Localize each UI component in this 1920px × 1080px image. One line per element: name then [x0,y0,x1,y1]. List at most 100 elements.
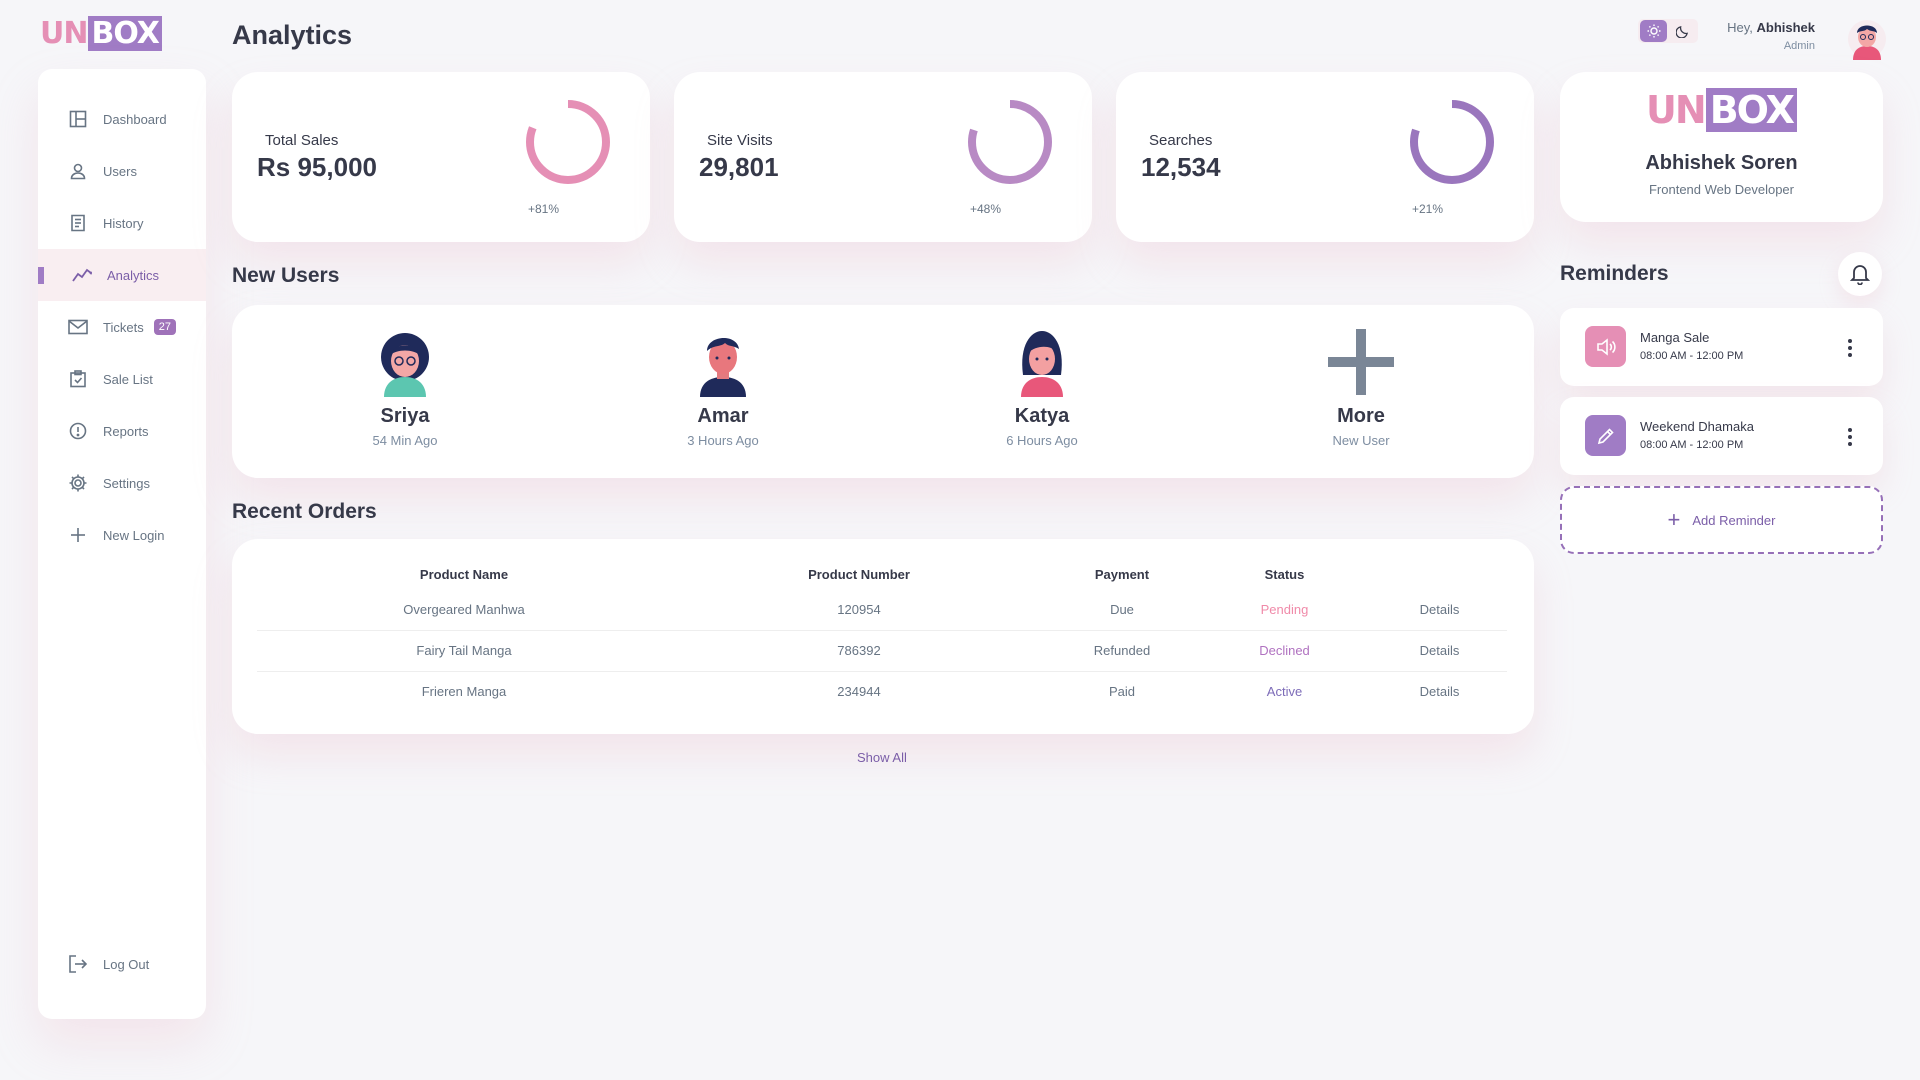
logo-un: UN [40,16,88,51]
user-name: Katya [1014,405,1070,427]
stat-card-total-sales: Total Sales Rs 95,000 +81% [232,72,650,242]
profile-role: Frontend Web Developer [1648,182,1794,197]
volume-icon [1585,326,1626,367]
details-link[interactable]: Details [1372,589,1507,631]
add-reminder-button[interactable]: + Add Reminder [1560,486,1883,554]
user-icon [68,161,88,181]
gear-icon [68,473,88,493]
new-user-item[interactable]: Amar 3 Hours Ago [623,327,823,448]
payment-status: Due [1047,589,1197,631]
product-number: 120954 [671,589,1047,631]
sidebar-item-label: New Login [103,527,165,543]
product-number: 234944 [837,684,881,700]
add-reminder-label: Add Reminder [1692,512,1776,528]
new-user-item[interactable]: Sriya 54 Min Ago [305,327,505,448]
sidebar-item-label: Settings [103,475,150,491]
sidebar-item-label: Analytics [107,267,160,283]
brand-logo[interactable]: UN BOX [40,16,162,51]
progress-ring [968,100,1052,184]
sidebar-item-new-login[interactable]: New Login [38,509,206,561]
avatar[interactable] [1847,18,1887,60]
mail-icon [68,317,88,337]
sidebar-item-reports[interactable]: Reports [38,405,206,457]
column-header: Product Name [419,566,509,582]
new-user-item[interactable]: Katya 6 Hours Ago [942,327,1142,448]
sidebar-item-label: Reports [103,423,149,439]
stat-value: 12,534 [1141,152,1221,182]
sidebar-item-label: History [103,215,144,231]
recent-orders-card: Product Name Product Number Payment Stat… [232,539,1534,734]
sidebar-item-tickets[interactable]: Tickets 27 [38,301,206,353]
plus-icon [68,525,88,545]
user-role: Admin [1783,40,1815,52]
stat-value: Rs 95,000 [257,152,377,182]
reminder-item[interactable]: Manga Sale 08:00 AM - 12:00 PM [1560,308,1883,386]
sun-icon[interactable] [1640,20,1667,42]
progress-ring [526,100,610,184]
notifications-button[interactable] [1838,252,1882,296]
sidebar-item-logout[interactable]: Log Out [38,938,206,990]
column-header: Payment [1094,566,1150,582]
profile-name: Abhishek Soren [1645,152,1798,174]
more-vertical-icon[interactable] [1847,338,1853,358]
user-name: Sriya [380,405,430,427]
stat-card-site-visits: Site Visits 29,801 +48% [674,72,1092,242]
new-users-title: New Users [232,264,340,287]
profile-card: UN BOX Abhishek Soren Frontend Web Develo… [1560,72,1883,222]
more-users-button[interactable]: More New User [1261,327,1461,448]
details-link[interactable]: Details [1372,630,1507,672]
sidebar-item-label: Sale List [103,371,153,387]
sidebar-item-label: Users [103,163,137,179]
theme-toggle[interactable] [1638,19,1698,43]
order-status: Pending [1197,589,1372,631]
sidebar-item-history[interactable]: History [38,197,206,249]
user-name: Amar [697,405,749,427]
product-name: Frieren Manga [421,684,507,700]
report-icon [68,421,88,441]
sidebar-item-users[interactable]: Users [38,145,206,197]
logo-un: UN [1646,88,1707,132]
avatar [1021,331,1063,397]
table-row: Fairy Tail Manga 786392 Refunded Decline… [257,630,1507,672]
stat-percent: +21% [1412,202,1444,216]
user-time: 3 Hours Ago [687,433,759,448]
user-time: New User [1332,433,1390,448]
sidebar-item-sale-list[interactable]: Sale List [38,353,206,405]
user-time: 54 Min Ago [372,433,438,448]
stat-percent: +81% [528,202,560,216]
user-time: 6 Hours Ago [1006,433,1078,448]
payment-status: Refunded [1047,630,1197,672]
logout-icon [68,954,88,974]
table-header-row: Product Name Product Number Payment Stat… [257,559,1507,589]
column-header: Status [1264,566,1305,582]
logo-box: BOX [1705,88,1797,132]
greeting-text: Hey, [1727,20,1753,35]
reminder-title: Manga Sale [1640,330,1710,345]
stat-percent: +48% [970,202,1002,216]
reminder-item[interactable]: Weekend Dhamaka 08:00 AM - 12:00 PM [1560,397,1883,475]
product-name: Fairy Tail Manga [257,630,671,672]
edit-icon [1585,415,1626,456]
orders-table: Product Name Product Number Payment Stat… [257,559,1507,712]
dashboard-icon [68,109,88,129]
show-all-link[interactable]: Show All [857,750,907,765]
stat-value: 29,801 [699,152,779,182]
details-link[interactable]: Details [1372,671,1507,712]
order-status: Declined [1197,630,1372,672]
reminders-title: Reminders [1560,262,1669,285]
sidebar-item-label: Tickets [103,319,144,335]
plus-icon [1328,329,1394,395]
moon-icon[interactable] [1672,21,1692,41]
sidebar-item-label: Dashboard [103,111,167,127]
sidebar-item-analytics[interactable]: Analytics [38,249,206,301]
order-status: Active [1266,684,1303,700]
more-vertical-icon[interactable] [1847,427,1853,447]
product-number: 786392 [671,630,1047,672]
stat-card-searches: Searches 12,534 +21% [1116,72,1534,242]
recent-orders-title: Recent Orders [232,500,377,523]
sidebar-item-settings[interactable]: Settings [38,457,206,509]
sidebar-item-dashboard[interactable]: Dashboard [38,93,206,145]
stat-label: Searches [1149,132,1213,149]
avatar [381,333,429,397]
plus-icon: + [1667,507,1681,532]
